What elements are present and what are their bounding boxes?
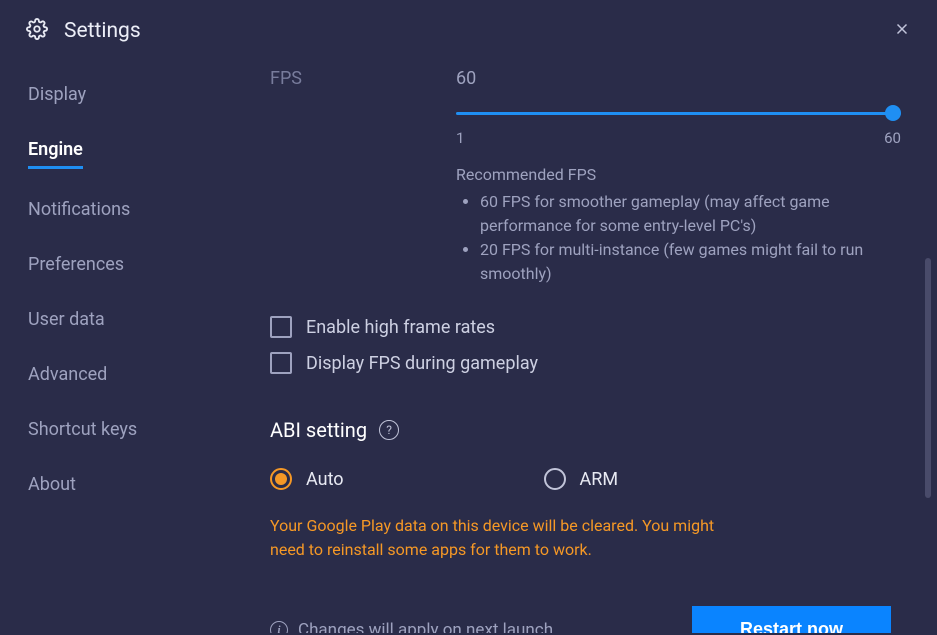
page-title: Settings bbox=[64, 19, 141, 43]
recommend-item: 60 FPS for smoother gameplay (may affect… bbox=[480, 190, 901, 238]
sidebar-item-preferences[interactable]: Preferences bbox=[28, 254, 124, 279]
display-fps-checkbox[interactable]: Display FPS during gameplay bbox=[270, 352, 901, 374]
checkbox-icon bbox=[270, 316, 292, 338]
close-icon[interactable] bbox=[893, 20, 911, 42]
radio-icon bbox=[544, 468, 566, 490]
sidebar-item-advanced[interactable]: Advanced bbox=[28, 364, 107, 389]
fps-label: FPS bbox=[270, 68, 440, 286]
slider-max: 60 bbox=[884, 129, 901, 147]
checkbox-label: Enable high frame rates bbox=[306, 317, 495, 338]
abi-section-title: ABI setting bbox=[270, 418, 367, 442]
sidebar-item-display[interactable]: Display bbox=[28, 84, 86, 109]
fps-value: 60 bbox=[456, 68, 901, 89]
abi-option-arm[interactable]: ARM bbox=[544, 468, 619, 490]
enable-high-frame-checkbox[interactable]: Enable high frame rates bbox=[270, 316, 901, 338]
sidebar: Display Engine Notifications Preferences… bbox=[0, 58, 230, 633]
gear-icon bbox=[26, 18, 48, 44]
scrollbar[interactable] bbox=[925, 258, 931, 498]
slider-min: 1 bbox=[456, 129, 464, 147]
sidebar-item-shortcut-keys[interactable]: Shortcut keys bbox=[28, 419, 137, 444]
recommend-item: 20 FPS for multi-instance (few games mig… bbox=[480, 238, 901, 286]
footer-note: Changes will apply on next launch bbox=[298, 620, 553, 634]
slider-thumb[interactable] bbox=[885, 105, 901, 121]
sidebar-item-engine[interactable]: Engine bbox=[28, 139, 83, 169]
fps-slider[interactable] bbox=[456, 105, 901, 121]
sidebar-item-notifications[interactable]: Notifications bbox=[28, 199, 130, 224]
checkbox-icon bbox=[270, 352, 292, 374]
content-panel: FPS 60 1 60 Recommended FPS 60 FPS for s… bbox=[230, 58, 937, 633]
abi-option-auto[interactable]: Auto bbox=[270, 468, 344, 490]
help-icon[interactable]: ? bbox=[379, 420, 399, 440]
sidebar-item-user-data[interactable]: User data bbox=[28, 309, 105, 334]
checkbox-label: Display FPS during gameplay bbox=[306, 353, 538, 374]
radio-label: ARM bbox=[580, 469, 619, 490]
abi-warning: Your Google Play data on this device wil… bbox=[270, 514, 750, 562]
radio-label: Auto bbox=[306, 469, 344, 490]
sidebar-item-about[interactable]: About bbox=[28, 474, 76, 499]
restart-button[interactable]: Restart now bbox=[692, 606, 891, 633]
radio-icon bbox=[270, 468, 292, 490]
info-icon: i bbox=[270, 621, 288, 634]
recommend-title: Recommended FPS bbox=[456, 165, 901, 184]
